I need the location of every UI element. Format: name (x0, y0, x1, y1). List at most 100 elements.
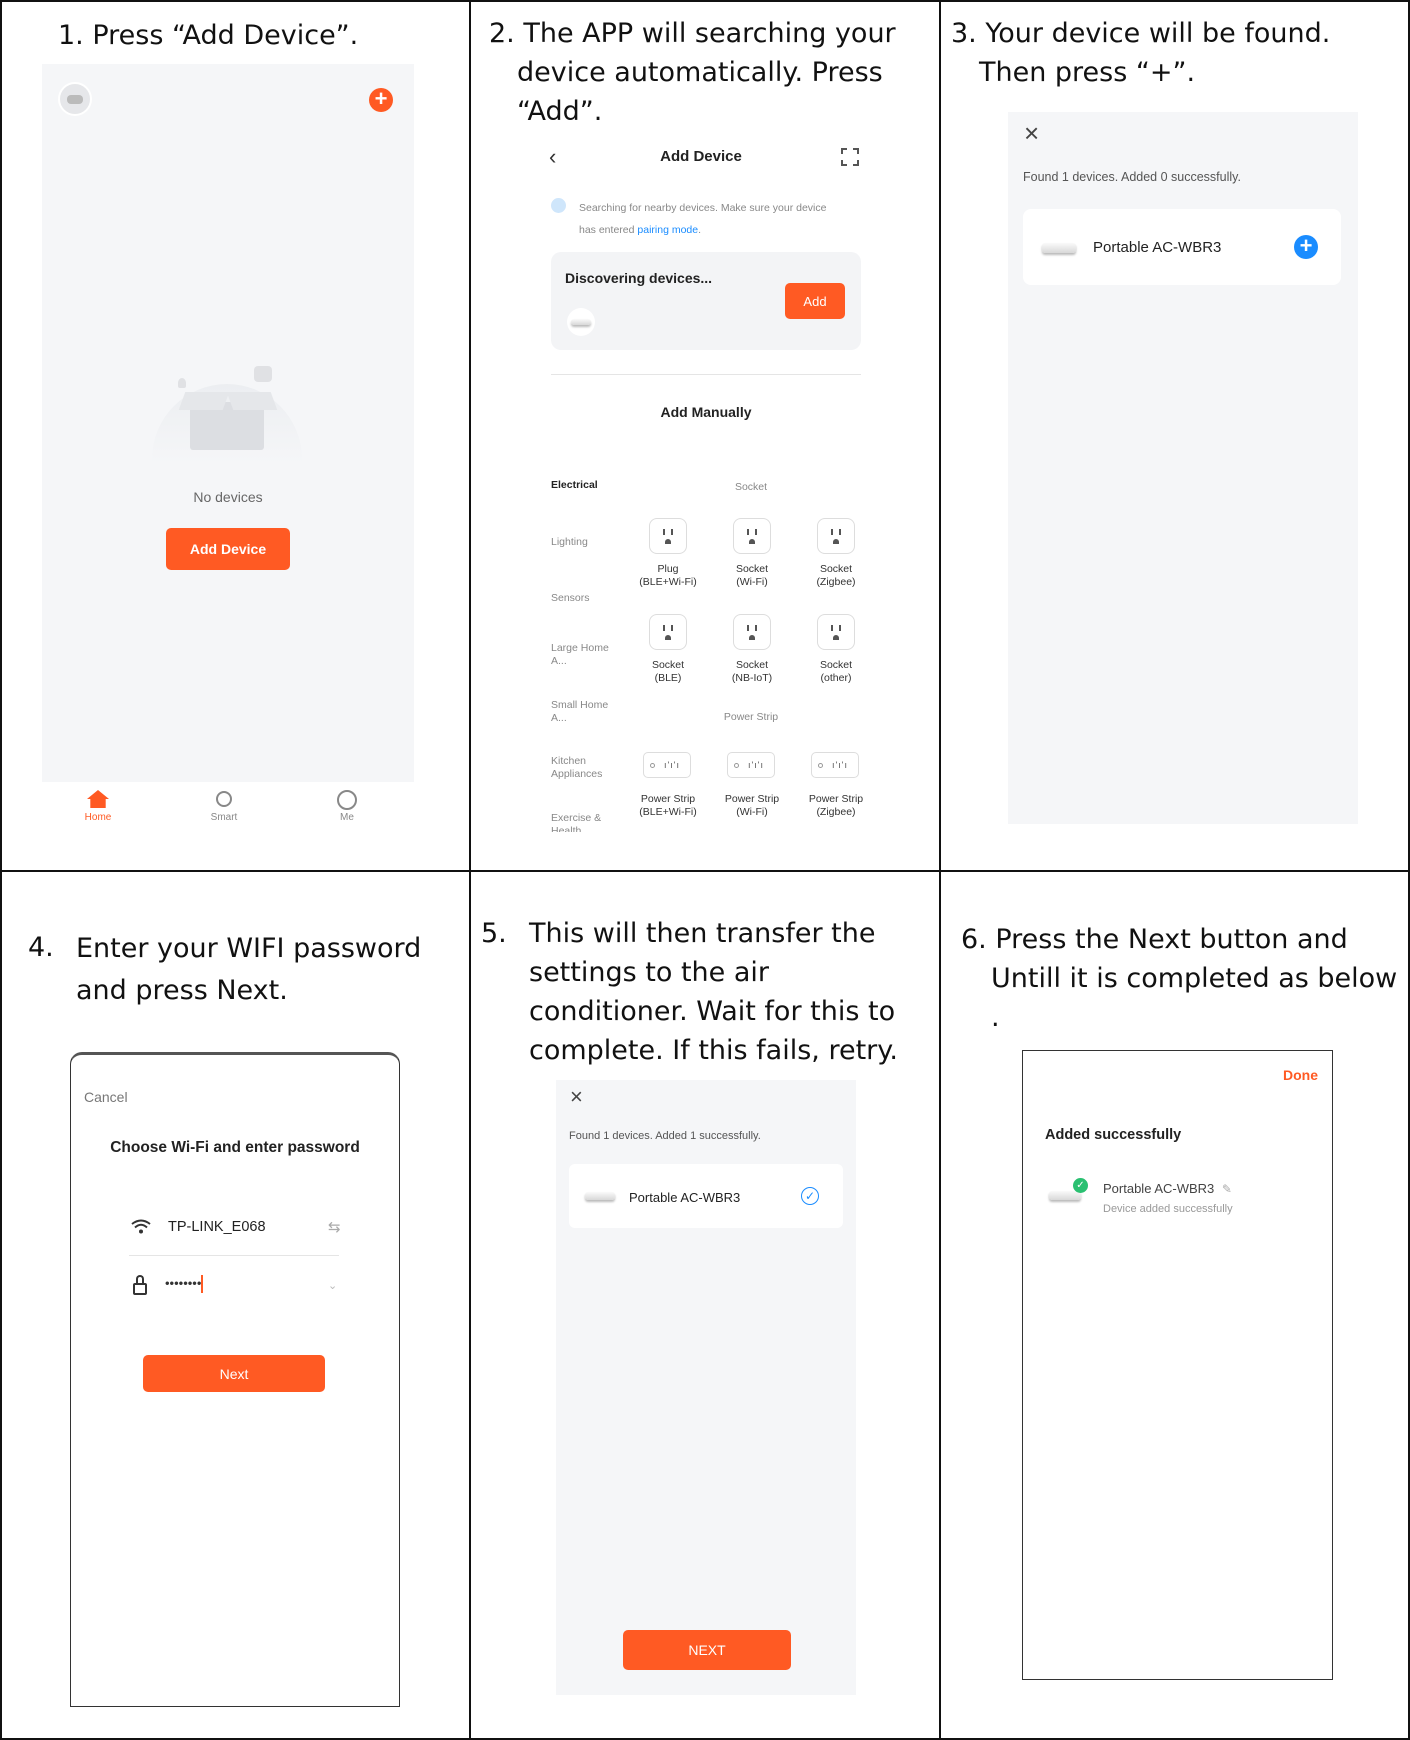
tab-me[interactable]: Me (332, 790, 362, 823)
step-2-caption-text: 2. The APP will searching your device au… (489, 18, 896, 127)
step-4-panel: 4. Enter your WIFI password and press Ne… (0, 870, 471, 1740)
searching-text: Searching for nearby devices. Make sure … (579, 202, 827, 236)
close-icon[interactable]: × (570, 1084, 583, 1110)
socket-icon[interactable] (817, 614, 855, 650)
plus-icon[interactable]: + (1294, 235, 1318, 259)
category-exercise[interactable]: Exercise & Health (551, 812, 621, 832)
step-6-caption-text: 6. Press the Next button and Untill it i… (961, 924, 1398, 1033)
item-strip-ble-wifi: Power Strip (BLE+Wi-Fi) (639, 793, 697, 818)
avatar[interactable] (58, 82, 92, 116)
divider (129, 1255, 339, 1256)
step-4-num: 4. (28, 932, 54, 963)
success-check-icon: ✓ (1073, 1178, 1088, 1193)
item-socket-zigbee: Socket (Zigbee) (816, 563, 856, 588)
item-socket-nbiot: Socket (NB-IoT) (731, 659, 773, 684)
tab-home[interactable]: Home (84, 790, 112, 823)
power-strip-icon[interactable]: ı'ı'ı (727, 752, 775, 778)
pairing-mode-link[interactable]: pairing mode (637, 224, 698, 236)
wifi-title: Choose Wi-Fi and enter password (110, 1139, 360, 1156)
add-device-button[interactable]: Add Device (166, 528, 290, 570)
socket-icon[interactable] (733, 614, 771, 650)
wifi-icon (131, 1219, 151, 1240)
section-socket: Socket (734, 481, 768, 493)
wifi-screen: Cancel Choose Wi-Fi and enter password T… (70, 1052, 400, 1707)
add-icon[interactable]: + (369, 88, 393, 112)
show-password-icon[interactable]: ⌄ (328, 1279, 337, 1292)
discovering-label: Discovering devices... (565, 270, 713, 286)
check-icon: ✓ (801, 1187, 819, 1205)
item-plug-ble-wifi: Plug (BLE+Wi-Fi) (639, 563, 697, 588)
step-5-caption: This will then transfer the settings to … (529, 918, 898, 1066)
next-button[interactable]: Next (143, 1355, 325, 1392)
tab-home-label: Home (84, 812, 112, 823)
text-cursor (201, 1275, 204, 1293)
item-socket-ble: Socket (BLE) (651, 659, 685, 684)
socket-icon[interactable] (649, 518, 687, 554)
tab-smart[interactable]: Smart (206, 790, 242, 823)
home-icon (87, 790, 109, 808)
category-electrical[interactable]: Electrical (551, 479, 598, 491)
step-2-panel: 2. The APP will searching your device au… (469, 0, 941, 872)
item-strip-wifi: Power Strip (Wi-Fi) (724, 793, 780, 818)
discovered-device-icon (567, 308, 595, 336)
step-1-caption: 1. Press “Add Device”. (58, 20, 359, 51)
switch-network-icon[interactable]: ⇆ (328, 1218, 341, 1236)
item-socket-wifi: Socket (Wi-Fi) (735, 563, 769, 588)
step-4-caption: Enter your WIFI password and press Next. (76, 933, 422, 1006)
instruction-grid: 1. Press “Add Device”. + No devices Add … (0, 0, 1410, 1740)
add-manually-title: Add Manually (660, 404, 752, 420)
category-small-home[interactable]: Small Home A... (551, 699, 611, 725)
category-lighting[interactable]: Lighting (551, 536, 588, 549)
lock-icon (133, 1275, 147, 1295)
item-strip-zigbee: Power Strip (Zigbee) (808, 793, 864, 818)
step-6-caption: 6. Press the Next button and Untill it i… (961, 920, 1401, 1037)
tab-bar: Home Smart Me (42, 782, 414, 838)
step-1-panel: 1. Press “Add Device”. + No devices Add … (0, 0, 471, 872)
empty-box-icon (152, 384, 302, 464)
found-screen: × Found 1 devices. Added 0 successfully.… (1008, 112, 1358, 824)
sun-icon (216, 791, 232, 807)
robot-icon (254, 366, 272, 382)
power-strip-icon[interactable]: ı'ı'ı (811, 752, 859, 778)
bulb-icon (178, 378, 186, 388)
device-name-text: Portable AC-WBR3 (1103, 1181, 1215, 1196)
success-screen: Done Added successfully ✓ Portable AC-WB… (1022, 1050, 1333, 1680)
socket-icon[interactable] (649, 614, 687, 650)
ac-device-icon (585, 1192, 615, 1200)
ac-device-icon (1042, 243, 1076, 253)
discovering-card: Discovering devices... Add (551, 252, 861, 350)
tab-me-label: Me (340, 812, 354, 823)
category-large-home[interactable]: Large Home A... (551, 642, 611, 668)
step-6-panel: 6. Press the Next button and Untill it i… (939, 870, 1410, 1740)
next-button[interactable]: NEXT (623, 1630, 791, 1670)
edit-icon[interactable]: ✎ (1222, 1182, 1232, 1196)
scan-icon[interactable] (841, 148, 859, 166)
close-icon[interactable]: × (1024, 118, 1039, 149)
done-button[interactable]: Done (1283, 1067, 1318, 1083)
category-sensors[interactable]: Sensors (551, 592, 590, 605)
socket-icon[interactable] (817, 518, 855, 554)
category-kitchen[interactable]: Kitchen Appliances (551, 755, 621, 781)
cancel-link[interactable]: Cancel (84, 1089, 128, 1105)
added-title: Added successfully (1045, 1127, 1182, 1143)
device-name: Portable AC-WBR3 (629, 1190, 741, 1205)
socket-icon[interactable] (733, 518, 771, 554)
person-icon (337, 790, 357, 810)
transfer-screen: × Found 1 devices. Added 1 successfully.… (556, 1080, 856, 1695)
found-text: Found 1 devices. Added 0 successfully. (1023, 170, 1241, 184)
back-icon[interactable]: ‹ (549, 144, 556, 170)
step-3-caption: 3. Your device will be found. Then press… (951, 14, 1401, 92)
step-5-panel: 5. This will then transfer the settings … (469, 870, 941, 1740)
device-status: Device added successfully (1103, 1203, 1233, 1215)
device-name: Portable AC-WBR3 ✎ (1103, 1181, 1232, 1196)
step-2-caption: 2. The APP will searching your device au… (489, 14, 929, 131)
home-screen: + No devices Add Device (42, 64, 414, 782)
device-card[interactable]: Portable AC-WBR3 + (1023, 209, 1341, 285)
add-button[interactable]: Add (785, 283, 845, 319)
section-power-strip: Power Strip (723, 711, 779, 723)
power-strip-icon[interactable]: ı'ı'ı (643, 752, 691, 778)
password-field[interactable]: •••••••• (165, 1275, 204, 1293)
item-socket-other: Socket (other) (819, 659, 853, 684)
step-3-panel: 3. Your device will be found. Then press… (939, 0, 1410, 872)
ssid-field[interactable]: TP-LINK_E068 (168, 1219, 266, 1235)
